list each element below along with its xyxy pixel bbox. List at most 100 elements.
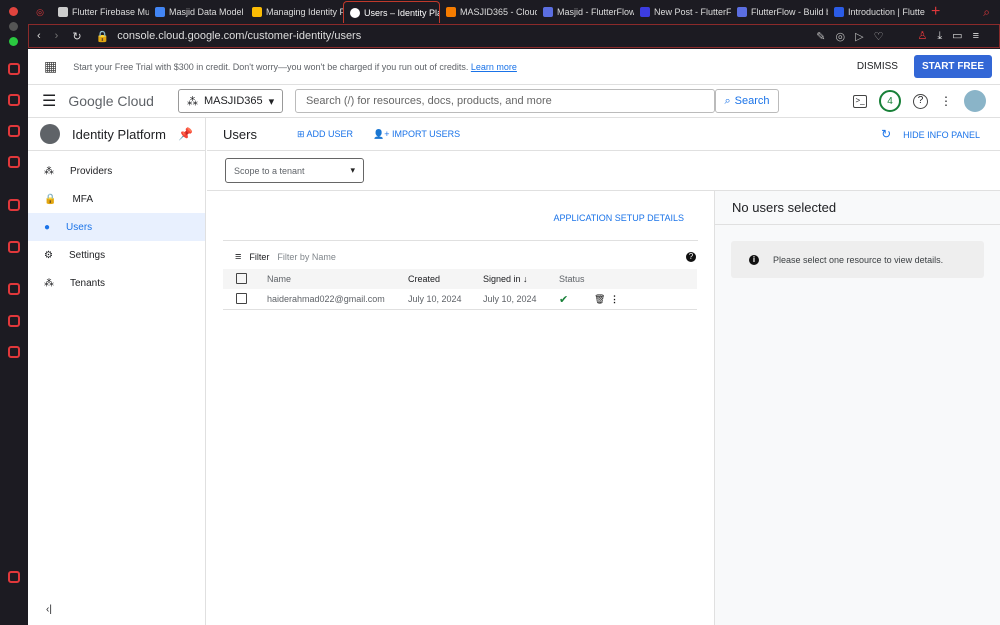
bag-icon[interactable]: [8, 94, 20, 106]
user-email[interactable]: haiderahmad022@gmail.com: [267, 294, 408, 304]
refresh-icon[interactable]: ↻: [881, 127, 891, 141]
google-cloud-logo[interactable]: Google Cloud: [68, 93, 154, 109]
tab-favicon: [446, 7, 456, 17]
add-user-label: ADD USER: [306, 128, 354, 139]
add-user-button[interactable]: ⊞ ADD USER: [297, 129, 353, 140]
import-users-button[interactable]: 👤+ IMPORT USERS: [373, 129, 460, 140]
sidebar: Identity Platform 📌 ⁂ Providers 🔒 MFA ● Use…: [28, 118, 206, 625]
row-checkbox[interactable]: [236, 292, 247, 304]
notifications-badge[interactable]: 4: [879, 90, 901, 112]
hide-info-label: HIDE INFO PANEL: [903, 130, 980, 140]
chevron-down-icon: ▾: [268, 95, 275, 108]
sidebar-item-mfa[interactable]: 🔒 MFA: [28, 185, 205, 213]
music-icon[interactable]: [8, 241, 20, 253]
maximize-window-button[interactable]: [9, 37, 18, 46]
filter-input[interactable]: Filter by Name: [277, 252, 336, 262]
dismiss-button[interactable]: DISMISS: [857, 61, 898, 72]
column-signed-in[interactable]: Signed in ↓: [483, 274, 559, 284]
help-icon[interactable]: ?: [913, 93, 928, 109]
tab-favicon: [350, 7, 360, 18]
tab-label: MASJID365 - Cloud: [460, 7, 537, 17]
tenant-select[interactable]: Scope to a tenant ▾: [225, 158, 364, 183]
avatar[interactable]: [964, 90, 986, 112]
twitch-icon[interactable]: [8, 125, 20, 137]
close-window-button[interactable]: [9, 7, 18, 16]
tab-label: Managing Identity P: [266, 7, 343, 17]
signed-in-date: July 10, 2024: [483, 294, 537, 304]
free-trial-banner: ▦ Start your Free Trial with $300 in cre…: [28, 49, 1000, 85]
search-button[interactable]: ⌕ Search: [714, 89, 779, 113]
gamepad-icon[interactable]: ◎: [28, 7, 52, 18]
tab-active[interactable]: Users – Identity Platf: [343, 1, 440, 23]
delete-icon[interactable]: 🗑: [594, 294, 610, 305]
column-created[interactable]: Created: [408, 274, 483, 284]
more-options-icon[interactable]: ⋮: [940, 94, 952, 108]
minimize-window-button[interactable]: [9, 22, 18, 31]
column-name[interactable]: Name: [267, 274, 408, 284]
sidebar-item-label: Users: [66, 221, 93, 233]
gift-icon: ▦: [44, 58, 58, 74]
new-tab-button[interactable]: +: [931, 3, 940, 21]
tab[interactable]: Masjid - FlutterFlow: [537, 1, 634, 23]
banner-message: Start your Free Trial with $300 in credi…: [73, 61, 469, 72]
sidebar-item-label: MFA: [72, 193, 94, 205]
providers-icon: ⁂: [44, 165, 54, 177]
browser-toolbar-icons[interactable]: ✎◎▷♡: [816, 30, 893, 43]
back-button[interactable]: ‹: [37, 30, 41, 42]
tab[interactable]: MASJID365 - Cloud: [440, 1, 537, 23]
pin-icon[interactable]: 📌: [178, 127, 193, 141]
table-row[interactable]: haiderahmad022@gmail.com July 10, 2024 J…: [223, 289, 697, 310]
sidebar-title: Identity Platform: [72, 126, 166, 142]
search-placeholder: Search (/) for resources, docs, products…: [305, 95, 552, 107]
tab-label: New Post - FlutterFl: [654, 7, 731, 17]
settings-icon[interactable]: [8, 346, 20, 358]
speed-dial-icon[interactable]: [8, 63, 20, 75]
users-panel: APPLICATION SETUP DETAILS ≡ Filter Filte…: [207, 191, 714, 625]
sidebar-item-providers[interactable]: ⁂ Providers: [28, 157, 205, 185]
tab[interactable]: Introduction | Flutter: [828, 1, 925, 23]
hide-info-panel-button[interactable]: ↻ HIDE INFO PANEL: [881, 127, 980, 141]
lock-icon: 🔒: [44, 193, 57, 205]
calendar-icon[interactable]: [8, 156, 20, 168]
sidebar-item-settings[interactable]: ⚙ Settings: [28, 241, 205, 269]
application-setup-link[interactable]: APPLICATION SETUP DETAILS: [553, 213, 684, 223]
url-field[interactable]: console.cloud.google.com/customer-identi…: [117, 30, 361, 42]
cube-icon[interactable]: [8, 315, 20, 327]
tab[interactable]: FlutterFlow - Build b: [731, 1, 828, 23]
tab-label: Flutter Firebase Mult: [72, 7, 149, 17]
start-free-button[interactable]: START FREE: [913, 55, 992, 78]
info-panel: No users selected i Please select one re…: [714, 191, 1000, 625]
sidebar-item-users[interactable]: ● Users: [28, 213, 205, 241]
more-actions-icon[interactable]: ⋮: [610, 294, 619, 305]
image-icon[interactable]: [8, 571, 20, 583]
learn-more-link[interactable]: Learn more: [471, 62, 517, 72]
column-status[interactable]: Status: [559, 274, 585, 284]
forward-button[interactable]: ›: [55, 30, 59, 42]
search-input[interactable]: Search (/) for resources, docs, products…: [294, 89, 715, 113]
menu-icon[interactable]: ☰: [42, 91, 56, 111]
tenants-icon: ⁂: [44, 277, 54, 289]
tab[interactable]: New Post - FlutterFl: [634, 1, 731, 23]
tab-favicon: [640, 7, 650, 17]
browser-menu-icons[interactable]: ♙⤓▭≡: [917, 29, 989, 43]
flame-icon[interactable]: [8, 199, 20, 211]
reload-button[interactable]: ↻: [72, 30, 81, 43]
search-tabs-icon[interactable]: ⌕: [983, 5, 990, 20]
help-icon[interactable]: ?: [686, 252, 696, 262]
tab-favicon: [543, 7, 553, 17]
tenant-select-value: Scope to a tenant: [234, 165, 305, 176]
project-picker[interactable]: ⁂ MASJID365 ▾: [177, 89, 283, 113]
history-icon[interactable]: [8, 283, 20, 295]
tab[interactable]: Managing Identity P: [246, 1, 343, 23]
table-header: Name Created Signed in ↓ Status: [223, 269, 697, 289]
sidebar-item-tenants[interactable]: ⁂ Tenants: [28, 269, 205, 297]
select-all-checkbox[interactable]: [236, 272, 247, 284]
tab[interactable]: Masjid Data Model -: [149, 1, 246, 23]
project-name: MASJID365: [203, 95, 263, 107]
banner-text: Start your Free Trial with $300 in credi…: [73, 62, 517, 72]
import-users-label: IMPORT USERS: [391, 128, 461, 139]
collapse-sidebar-icon[interactable]: ‹|: [46, 604, 52, 615]
tab[interactable]: Flutter Firebase Mult: [52, 1, 149, 23]
browser-tabs: ◎ Flutter Firebase Mult Masjid Data Mode…: [28, 0, 1000, 24]
cloud-shell-icon[interactable]: >_: [853, 94, 867, 108]
